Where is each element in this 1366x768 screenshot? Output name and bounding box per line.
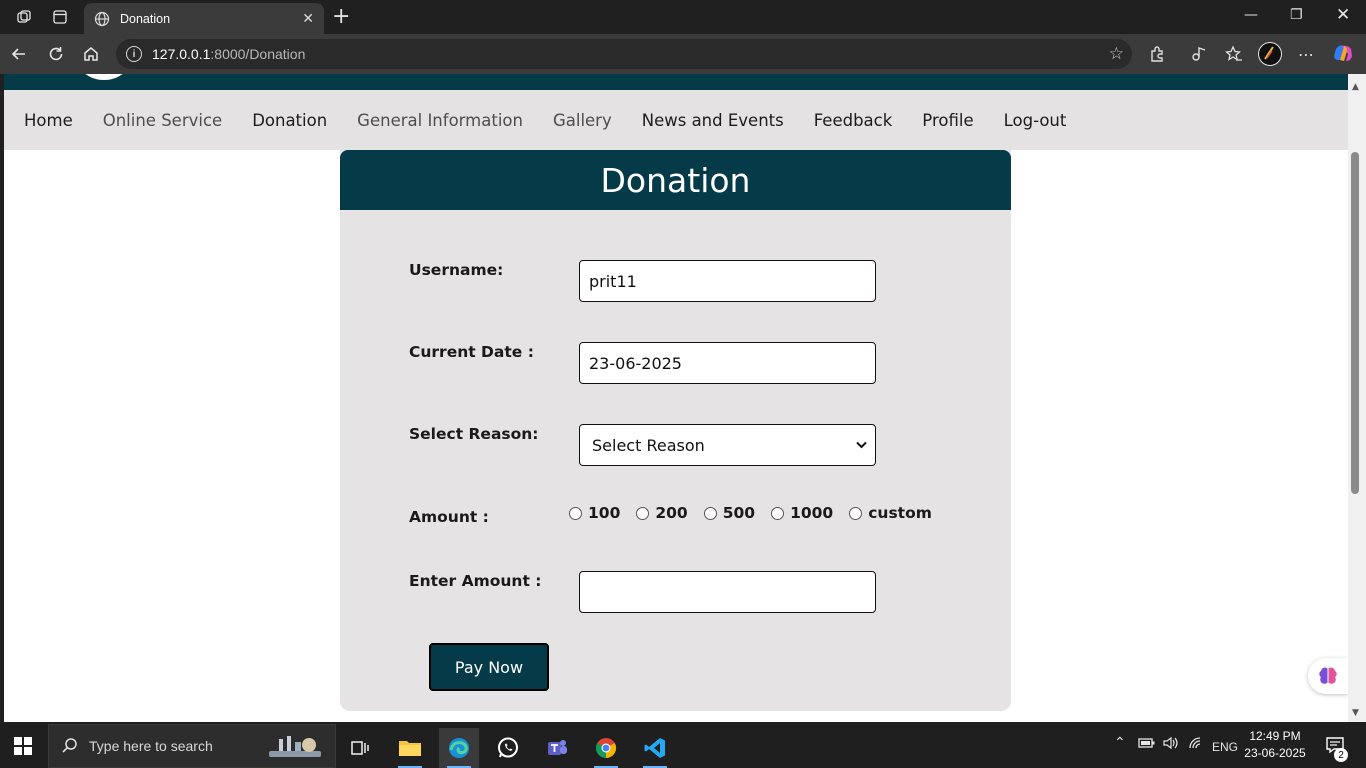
amount-radio-100[interactable]: [569, 506, 582, 520]
extensions-icon[interactable]: [1146, 43, 1168, 65]
search-placeholder: Type here to search: [89, 738, 213, 754]
search-icon: [62, 738, 77, 753]
notification-count-badge: 2: [1334, 748, 1348, 762]
clock-time: 12:49 PM: [1249, 729, 1301, 743]
nav-online-service[interactable]: Online Service: [103, 111, 222, 130]
clock-date: 23-06-2025: [1244, 746, 1306, 760]
address-toolbar: i 127.0.0.1:8000/Donation ☆ ⋯: [0, 34, 1366, 74]
taskbar-search-box[interactable]: Type here to search: [48, 724, 336, 768]
whatsapp-icon[interactable]: [488, 728, 528, 768]
page-viewport: Home Online Service Donation General Inf…: [4, 74, 1348, 722]
site-header: [4, 74, 1348, 90]
search-highlight-illustration: [269, 736, 321, 757]
site-logo[interactable]: [72, 74, 136, 80]
read-aloud-icon[interactable]: [1188, 43, 1210, 65]
back-icon[interactable]: [8, 43, 30, 65]
active-tab[interactable]: Donation ✕: [84, 3, 324, 34]
nav-log-out[interactable]: Log-out: [1004, 111, 1067, 130]
url-bar[interactable]: i 127.0.0.1:8000/Donation ☆: [116, 39, 1132, 69]
windows-taskbar: Type here to search ⌃ ENG 12:49 PM 23-06…: [0, 722, 1366, 768]
username-label: Username:: [409, 261, 504, 279]
amount-option-label: 1000: [790, 504, 834, 522]
edge-browser-icon[interactable]: [439, 728, 479, 768]
file-explorer-icon[interactable]: [390, 728, 430, 768]
amount-label: Amount :: [409, 508, 489, 526]
profile-avatar[interactable]: [1258, 42, 1282, 66]
system-clock[interactable]: 12:49 PM 23-06-2025: [1240, 728, 1310, 762]
select-reason-label: Select Reason:: [409, 425, 539, 443]
amount-option-label: custom: [868, 504, 932, 522]
close-window-icon[interactable]: ✕: [1336, 5, 1350, 25]
teams-icon[interactable]: [537, 728, 577, 768]
tab-title: Donation: [120, 11, 171, 26]
chevron-down-icon: [856, 438, 867, 452]
close-tab-icon[interactable]: ✕: [302, 11, 314, 27]
amount-radio-1000[interactable]: [771, 506, 785, 520]
network-icon[interactable]: [1188, 736, 1204, 753]
amount-radio-group: 100 200 500 1000 custom: [569, 504, 948, 522]
windows-start-icon[interactable]: [14, 737, 32, 755]
site-navigation: Home Online Service Donation General Inf…: [4, 90, 1348, 150]
donation-form-card: Donation Username: prit11 Current Date :…: [340, 150, 1011, 711]
current-date-value: 23-06-2025: [589, 353, 682, 373]
reason-selected-value: Select Reason: [592, 435, 705, 455]
nav-profile[interactable]: Profile: [922, 111, 973, 130]
enter-amount-input[interactable]: [579, 571, 876, 613]
nav-feedback[interactable]: Feedback: [814, 111, 893, 130]
show-hidden-icons[interactable]: ⌃: [1114, 734, 1126, 751]
copilot-icon[interactable]: [1331, 42, 1355, 66]
site-info-icon[interactable]: i: [126, 46, 142, 62]
browser-tab-bar: Donation ✕ + — ❐ ✕: [0, 0, 1366, 34]
nav-gallery[interactable]: Gallery: [553, 111, 612, 130]
enter-amount-label: Enter Amount :: [409, 572, 542, 590]
refresh-icon[interactable]: [45, 43, 67, 65]
favorite-star-icon[interactable]: ☆: [1109, 44, 1124, 64]
new-tab-icon[interactable]: +: [332, 4, 350, 29]
current-date-input[interactable]: 23-06-2025: [579, 342, 876, 384]
battery-icon[interactable]: [1138, 736, 1156, 753]
globe-icon: [94, 11, 110, 26]
nav-news-and-events[interactable]: News and Events: [642, 111, 784, 130]
minimize-icon[interactable]: —: [1244, 7, 1258, 23]
language-indicator[interactable]: ENG: [1212, 740, 1238, 754]
amount-option-label: 100: [588, 504, 621, 522]
scrollbar-thumb[interactable]: [1351, 152, 1359, 494]
nav-donation[interactable]: Donation: [252, 111, 327, 130]
home-icon[interactable]: [80, 43, 102, 65]
username-value: prit11: [589, 271, 637, 291]
username-input[interactable]: prit11: [579, 260, 876, 302]
brain-icon: [1319, 667, 1337, 684]
nav-general-information[interactable]: General Information: [357, 111, 523, 130]
amount-radio-200[interactable]: [636, 506, 650, 520]
chrome-icon[interactable]: [586, 728, 626, 768]
scroll-up-icon[interactable]: ▲: [1352, 82, 1359, 92]
url-host: 127.0.0.1: [152, 46, 211, 62]
pay-now-button[interactable]: Pay Now: [429, 643, 549, 691]
vertical-tabs-icon[interactable]: [49, 6, 71, 28]
amount-option-label: 200: [655, 504, 688, 522]
current-date-label: Current Date :: [409, 343, 534, 361]
reason-select[interactable]: Select Reason: [579, 424, 876, 466]
scroll-down-icon[interactable]: ▼: [1352, 708, 1359, 718]
page-scrollbar[interactable]: ▲ ▼: [1348, 74, 1366, 722]
favorites-icon[interactable]: [1223, 43, 1245, 65]
vscode-icon[interactable]: [635, 728, 675, 768]
workspaces-icon[interactable]: [13, 6, 35, 28]
amount-radio-500[interactable]: [703, 506, 717, 520]
form-header: Donation: [340, 150, 1011, 210]
url-path: :8000/Donation: [210, 46, 306, 62]
amount-radio-custom[interactable]: [849, 506, 863, 520]
form-title: Donation: [600, 160, 751, 200]
nav-home[interactable]: Home: [24, 111, 73, 130]
task-view-icon[interactable]: [340, 728, 380, 768]
volume-icon[interactable]: [1162, 736, 1180, 753]
restore-icon[interactable]: ❐: [1290, 7, 1303, 23]
amount-option-label: 500: [722, 504, 756, 522]
more-options-icon[interactable]: ⋯: [1295, 43, 1317, 65]
ai-assistant-floating-button[interactable]: [1308, 658, 1348, 694]
